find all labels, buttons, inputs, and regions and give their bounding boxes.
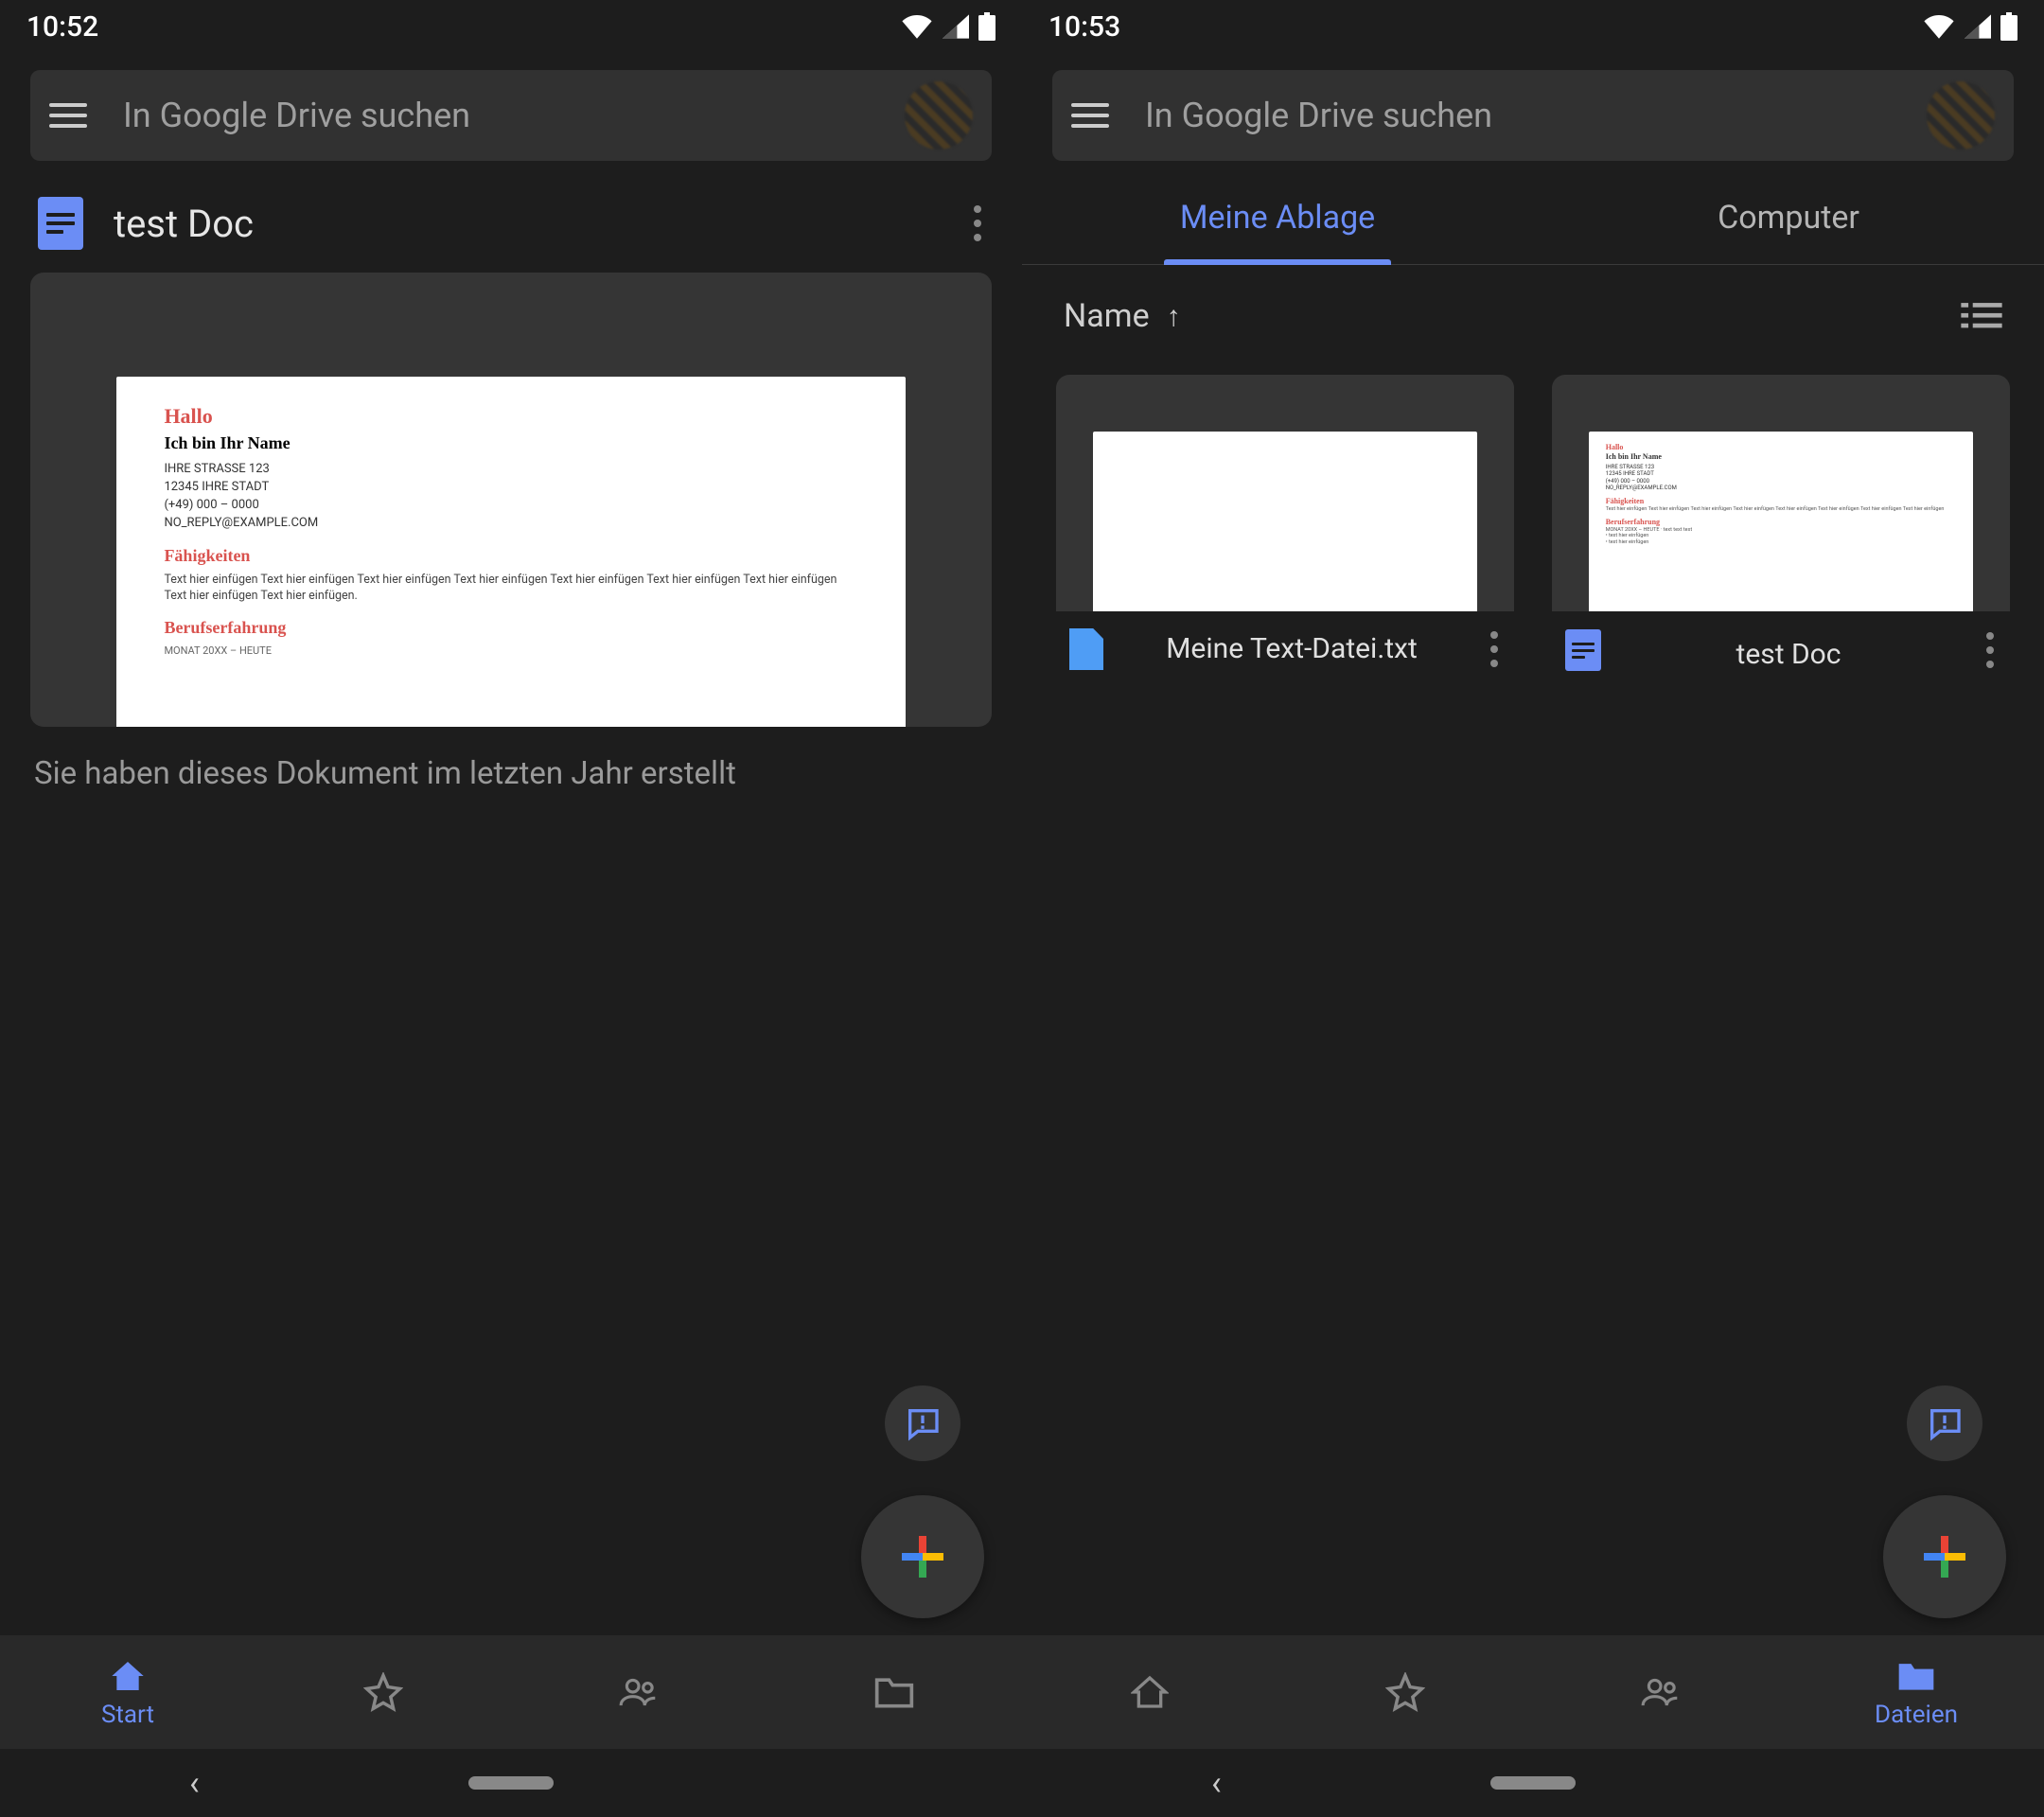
file-grid: Meine Text-Datei.txt HalloIch bin Ihr Na… <box>1022 360 2044 687</box>
fab-stack <box>861 1385 984 1618</box>
nav-pill[interactable] <box>468 1776 554 1790</box>
more-options-button[interactable] <box>963 205 992 241</box>
file-item-doc[interactable]: HalloIch bin Ihr Name IHRE STRASSE 12312… <box>1552 375 2010 672</box>
file-item-txt[interactable]: Meine Text-Datei.txt <box>1056 375 1514 672</box>
phone-screen-start: 10:52 In Google Drive suchen test Doc Ha… <box>0 0 1022 1817</box>
file-thumbnail <box>1056 375 1514 611</box>
file-name: Meine Text-Datei.txt <box>1103 632 1480 666</box>
nav-start[interactable]: Start <box>0 1635 256 1749</box>
location-tabs: Meine Ablage Computer <box>1022 170 2044 265</box>
status-bar: 10:52 <box>0 0 1022 53</box>
people-icon <box>618 1673 660 1711</box>
nav-shared[interactable] <box>511 1635 766 1749</box>
add-button[interactable] <box>861 1495 984 1618</box>
home-icon <box>109 1657 147 1695</box>
status-icons <box>901 12 996 41</box>
sort-label: Name <box>1064 297 1150 335</box>
view-toggle-button[interactable] <box>1961 300 2002 332</box>
bottom-nav: Dateien <box>1022 1635 2044 1749</box>
nav-files[interactable]: Dateien <box>1788 1635 2044 1749</box>
suggested-file-header: test Doc <box>0 161 1022 273</box>
tab-my-drive[interactable]: Meine Ablage <box>1022 170 1533 264</box>
nav-starred[interactable] <box>1278 1635 1533 1749</box>
signal-icon <box>1965 14 1991 39</box>
arrow-up-icon: ↑ <box>1167 300 1181 333</box>
feedback-button[interactable] <box>1907 1385 1982 1461</box>
system-nav-bar: ‹ <box>0 1749 1022 1817</box>
file-title[interactable]: test Doc <box>114 202 963 246</box>
bottom-nav: Start <box>0 1635 1022 1749</box>
file-name: test Doc <box>1601 628 1976 672</box>
system-nav-bar: ‹ <box>1022 1749 2044 1817</box>
search-placeholder: In Google Drive suchen <box>1145 96 1927 135</box>
plus-icon <box>1924 1536 1965 1578</box>
plus-icon <box>902 1536 943 1578</box>
feedback-icon <box>904 1404 942 1442</box>
phone-screen-files: 10:53 In Google Drive suchen Meine Ablag… <box>1022 0 2044 1817</box>
home-icon <box>1131 1673 1169 1711</box>
folder-icon <box>873 1673 915 1711</box>
suggestion-reason: Sie haben dieses Dokument im letzten Jah… <box>34 755 988 792</box>
battery-icon <box>2000 12 2018 41</box>
status-icons <box>1923 12 2018 41</box>
feedback-icon <box>1926 1404 1964 1442</box>
account-avatar[interactable] <box>1927 81 1995 150</box>
wifi-icon <box>1923 14 1955 39</box>
more-options-button[interactable] <box>1976 632 2004 668</box>
folder-icon <box>1895 1657 1937 1695</box>
menu-icon[interactable] <box>1071 97 1109 134</box>
tab-computers[interactable]: Computer <box>1533 170 2044 264</box>
back-button[interactable]: ‹ <box>189 1763 200 1803</box>
star-icon <box>1385 1672 1425 1712</box>
sort-button[interactable]: Name ↑ <box>1064 297 1181 335</box>
feedback-button[interactable] <box>885 1385 960 1461</box>
wifi-icon <box>901 14 933 39</box>
docs-icon <box>38 197 83 250</box>
back-button[interactable]: ‹ <box>1211 1763 1222 1803</box>
status-time: 10:52 <box>26 10 98 44</box>
signal-icon <box>943 14 969 39</box>
file-thumbnail: HalloIch bin Ihr Name IHRE STRASSE 12312… <box>1552 375 2010 611</box>
add-button[interactable] <box>1883 1495 2006 1618</box>
menu-icon[interactable] <box>49 97 87 134</box>
more-options-button[interactable] <box>1480 631 1508 667</box>
star-icon <box>363 1672 403 1712</box>
nav-start[interactable] <box>1022 1635 1278 1749</box>
nav-pill[interactable] <box>1490 1776 1576 1790</box>
sort-row: Name ↑ <box>1022 265 2044 360</box>
docs-icon <box>1565 629 1601 671</box>
people-icon <box>1640 1673 1682 1711</box>
nav-shared[interactable] <box>1533 1635 1788 1749</box>
list-view-icon <box>1961 300 2002 332</box>
file-preview-card[interactable]: Hallo Ich bin Ihr Name IHRE STRASSE 123 … <box>30 273 992 727</box>
document-thumbnail: Hallo Ich bin Ihr Name IHRE STRASSE 123 … <box>116 377 905 727</box>
text-file-icon <box>1069 628 1103 670</box>
nav-files[interactable] <box>766 1635 1022 1749</box>
search-bar[interactable]: In Google Drive suchen <box>30 70 992 161</box>
account-avatar[interactable] <box>905 81 973 150</box>
search-placeholder: In Google Drive suchen <box>123 96 905 135</box>
nav-starred[interactable] <box>256 1635 511 1749</box>
fab-stack <box>1883 1385 2006 1618</box>
search-bar[interactable]: In Google Drive suchen <box>1052 70 2014 161</box>
status-bar: 10:53 <box>1022 0 2044 53</box>
battery-icon <box>978 12 996 41</box>
status-time: 10:53 <box>1048 10 1120 44</box>
